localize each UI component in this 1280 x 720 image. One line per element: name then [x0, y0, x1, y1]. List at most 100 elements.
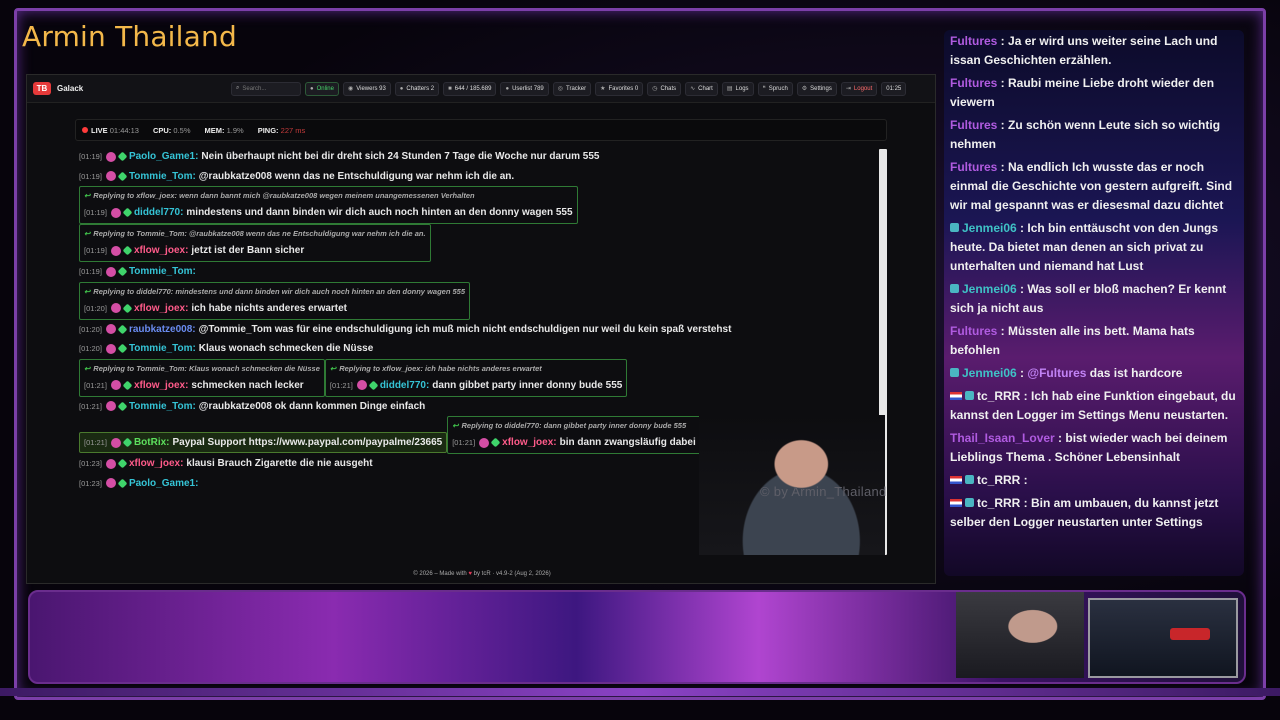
- separator: :: [1054, 431, 1066, 445]
- chat-username[interactable]: diddel770:: [134, 207, 183, 218]
- reply-text: Replying to diddel770: mindestens und da…: [93, 286, 466, 296]
- side-chat-message: Jenmei06 : Was soll er bloß machen? Er k…: [944, 278, 1244, 320]
- side-chat-username[interactable]: Fultures: [950, 324, 997, 338]
- chat-text: ich habe nichts anderes erwartet: [191, 302, 348, 314]
- reply-text: Replying to xflow_joex: ich habe nichts …: [339, 363, 542, 373]
- chatters-label: Chatters 2: [406, 85, 435, 92]
- messages-button[interactable]: ■ 644 / 185.689: [443, 81, 497, 96]
- badge-icon: [117, 458, 128, 469]
- online-button[interactable]: ● Online: [305, 81, 339, 96]
- favorites-button[interactable]: ★ Favorites 0: [595, 81, 644, 96]
- settings-label: Settings: [810, 85, 832, 92]
- side-chat-username[interactable]: Fultures: [950, 160, 997, 174]
- chat-username[interactable]: xflow_joex:: [502, 437, 556, 448]
- chart-button[interactable]: ∿ Chart: [685, 81, 718, 96]
- reply-block: ↩ Replying to diddel770: dann gibbet part…: [447, 416, 701, 454]
- separator: :: [1016, 221, 1028, 235]
- target-icon: ◎: [557, 86, 563, 92]
- chats-button[interactable]: ◷ Chats: [647, 81, 682, 96]
- bot-message: [01:21] BotRix: Paypal Support https://www…: [79, 431, 448, 454]
- side-chat-username[interactable]: tc_RRR: [977, 389, 1020, 403]
- userlist-button[interactable]: ● Userlist 789: [500, 81, 549, 96]
- badge-icon: [479, 437, 490, 448]
- reply-line: ↩ Replying to xflow_joex: ich habe nichts…: [330, 361, 622, 376]
- signal-icon: ●: [310, 85, 314, 92]
- reply-line: ↩ Replying to diddel770: dann gibbet part…: [452, 418, 696, 433]
- search-input[interactable]: ⌕ Search...: [231, 81, 301, 96]
- chatters-button[interactable]: ● Chatters 2: [394, 81, 440, 96]
- chat-username[interactable]: xflow_joex:: [129, 458, 183, 469]
- settings-button[interactable]: ⚙ Settings: [796, 81, 837, 96]
- chat-username[interactable]: Tommie_Tom:: [129, 343, 196, 354]
- badge-icon: [122, 380, 133, 390]
- room-light: [1170, 628, 1210, 640]
- chat-text: Paypal Support https://www.paypal.com/pa…: [172, 437, 443, 448]
- message-timestamp: [01:20]: [79, 324, 102, 334]
- badge-icon: [105, 343, 116, 354]
- badge-icon: [950, 284, 959, 293]
- chat-username[interactable]: xflow_joex:: [134, 245, 188, 256]
- side-chat-message: Fultures : Na endlich Ich wusste das er …: [944, 156, 1244, 217]
- badge-icon: [110, 437, 121, 448]
- message-timestamp: [01:21]: [452, 438, 476, 447]
- watermark: © by Armin_Thailand: [760, 484, 887, 499]
- side-chat-username[interactable]: Thail_Isaan_Lover: [950, 431, 1055, 445]
- logout-button[interactable]: ⇥ Logout: [840, 81, 878, 96]
- side-chat-username[interactable]: tc_RRR: [977, 496, 1020, 510]
- message-timestamp: [01:19]: [84, 246, 107, 255]
- message-timestamp: [01:21]: [84, 380, 107, 390]
- live-indicator: LIVE 01:44:13: [82, 126, 139, 135]
- chat-username[interactable]: diddel770:: [380, 380, 429, 391]
- reply-block: ↩ Replying to diddel770: mindestens und d…: [79, 281, 471, 320]
- chat-username[interactable]: Paolo_Game1:: [129, 151, 198, 162]
- side-chat-username[interactable]: Fultures: [950, 118, 997, 132]
- chat-text: @raubkatze008 wenn das ne Entschuldigung…: [198, 170, 515, 182]
- chat-message: [01:19] xflow_joex: jetzt ist der Bann sic…: [84, 241, 426, 260]
- chat-username[interactable]: xflow_joex:: [134, 303, 188, 314]
- viewers-label: Viewers 93: [356, 85, 386, 92]
- side-chat-username[interactable]: tc_RRR: [977, 473, 1020, 487]
- app-logo: TB: [33, 82, 51, 95]
- logger-window: TB Galack ⌕ Search... ● Online ◉ Viewers 93…: [26, 74, 936, 584]
- chat-text: Klaus wonach schmecken die Nüsse: [198, 343, 374, 355]
- badge-icon: [965, 498, 974, 507]
- viewers-button[interactable]: ◉ Viewers 93: [342, 81, 391, 96]
- badge-icon: [117, 401, 128, 412]
- spruch-button[interactable]: ❝ Spruch: [757, 81, 793, 96]
- chat-text: jetzt ist der Bann sicher: [191, 245, 305, 256]
- separator: :: [1016, 282, 1028, 296]
- reply-block: ↩ Replying to xflow_joex: ich habe nichts…: [324, 358, 628, 397]
- cpu-value: 0.5%: [173, 125, 191, 135]
- side-chat-message: tc_RRR :: [944, 469, 1244, 492]
- side-chat-username[interactable]: Jenmei06: [962, 221, 1017, 235]
- logs-button[interactable]: ▤ Logs: [721, 81, 754, 96]
- badge-icon: [105, 324, 116, 335]
- chat-username[interactable]: Tommie_Tom:: [129, 266, 196, 277]
- separator: :: [997, 34, 1009, 48]
- separator: :: [1020, 389, 1032, 403]
- chat-username[interactable]: Tommie_Tom:: [129, 401, 196, 412]
- side-chat-username[interactable]: Jenmei06: [962, 282, 1017, 296]
- chat-username[interactable]: raubkatze008:: [129, 324, 196, 335]
- badge-icon: [965, 391, 974, 400]
- logout-label: Logout: [853, 85, 873, 92]
- side-chat-message: Fultures : Ja er wird uns weiter seine L…: [944, 30, 1244, 72]
- tracker-button[interactable]: ◎ Tracker: [552, 81, 592, 96]
- mem-label: MEM:: [204, 125, 225, 135]
- badge-icon: [110, 303, 121, 313]
- chat-username[interactable]: xflow_joex:: [134, 380, 188, 391]
- badge-icon: [117, 324, 128, 335]
- chat-message: [01:19] Paolo_Game1: Nein überhaupt nicht …: [79, 147, 889, 167]
- mem-value: 1.9%: [226, 125, 244, 135]
- side-chat[interactable]: Fultures : Ja er wird uns weiter seine L…: [944, 30, 1244, 576]
- side-chat-username[interactable]: Fultures: [950, 34, 997, 48]
- mention[interactable]: @Fultures: [1027, 366, 1086, 380]
- chat-username[interactable]: Paolo_Game1:: [129, 478, 198, 489]
- side-chat-username[interactable]: Jenmei06: [962, 366, 1017, 380]
- chat-username[interactable]: Tommie_Tom:: [129, 171, 196, 182]
- footer-text: © 2026 – Made with: [413, 571, 467, 577]
- chat-username[interactable]: BotRix:: [134, 437, 170, 448]
- badge-icon: [965, 475, 974, 484]
- side-chat-username[interactable]: Fultures: [950, 76, 997, 90]
- badge-icon: [490, 437, 501, 448]
